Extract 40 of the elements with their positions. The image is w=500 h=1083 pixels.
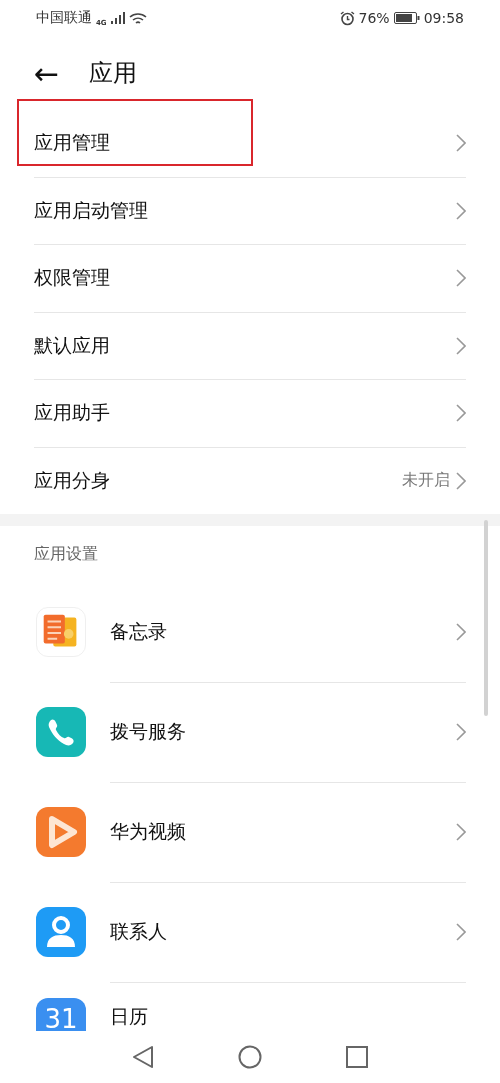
calendar-icon: 31 — [36, 998, 86, 1032]
section-title: 应用设置 — [34, 543, 98, 565]
battery-percent: 76% — [358, 10, 390, 26]
recents-icon[interactable] — [346, 1046, 368, 1068]
menu-item[interactable]: 应用分身 未开启 — [34, 447, 466, 514]
battery-icon — [393, 12, 420, 24]
app-name[interactable]: 拨号服务 — [110, 718, 456, 745]
menu-item[interactable]: 权限管理 — [34, 245, 466, 313]
chevron-icon — [456, 822, 466, 841]
chevron-icon — [456, 201, 466, 220]
app-name[interactable]: 联系人 — [110, 918, 456, 945]
back-button[interactable]: ← — [34, 55, 60, 91]
notes-icon — [36, 607, 86, 657]
status-value: 未开启 — [402, 470, 450, 492]
phone-icon — [36, 707, 86, 757]
signal-icon — [110, 12, 125, 24]
menu-item[interactable]: 默认应用 — [34, 312, 466, 380]
play-icon — [36, 807, 86, 857]
app-name[interactable]: 日历 — [110, 1004, 148, 1030]
chevron-icon — [456, 722, 466, 741]
chevron-icon — [456, 922, 466, 941]
app-name[interactable]: 备忘录 — [110, 618, 456, 645]
chevron-icon — [456, 336, 466, 355]
alarm-icon — [339, 10, 355, 26]
chevron-icon — [456, 134, 466, 153]
carrier-name: 中国联通 — [36, 9, 92, 27]
home-icon[interactable] — [238, 1045, 262, 1069]
chevron-icon — [456, 269, 466, 288]
chevron-icon — [456, 404, 466, 423]
chevron-icon — [456, 622, 466, 641]
back-icon[interactable] — [132, 1045, 154, 1069]
person-icon — [36, 907, 86, 957]
menu-item[interactable]: 应用启动管理 — [34, 177, 466, 245]
chevron-icon — [456, 471, 466, 490]
wifi-icon — [128, 11, 147, 25]
menu-item[interactable]: 应用管理 — [34, 110, 466, 178]
menu-item[interactable]: 应用助手 — [34, 380, 466, 448]
app-name[interactable]: 华为视频 — [110, 818, 456, 845]
page-title: 应用 — [89, 58, 138, 89]
clock-time: 09:58 — [423, 10, 464, 26]
